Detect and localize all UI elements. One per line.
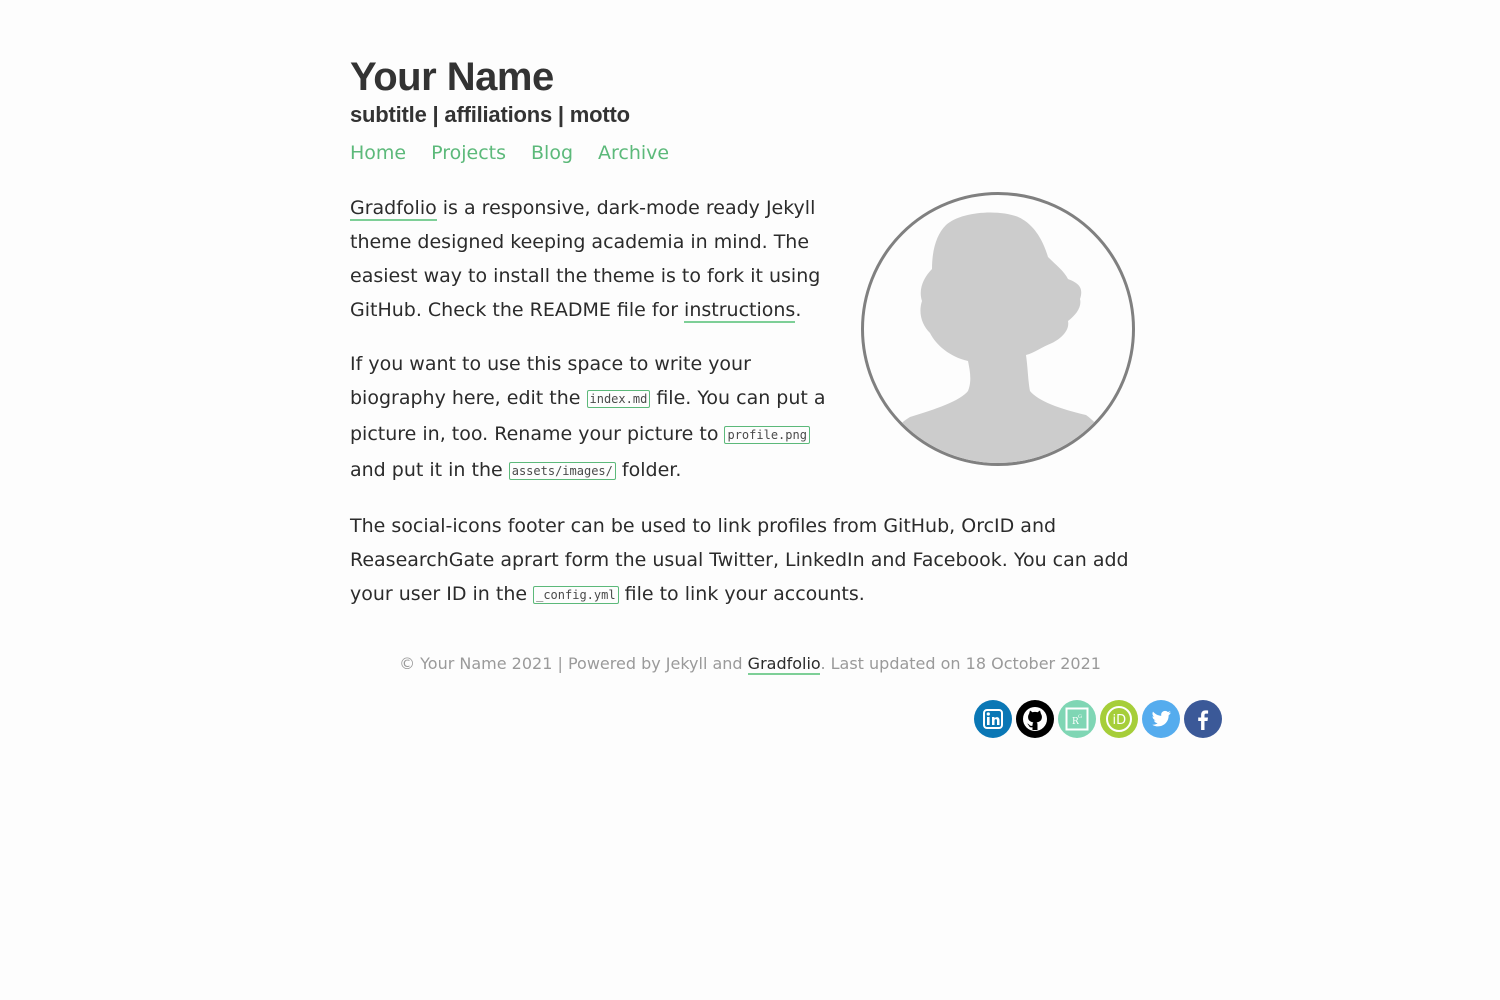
instructions-link[interactable]: instructions	[684, 299, 796, 323]
intro-paragraph: Gradfolio is a responsive, dark-mode rea…	[350, 191, 845, 327]
intro-text-end: .	[795, 299, 802, 321]
svg-text:iD: iD	[1113, 713, 1127, 728]
social-icons: R G iD	[974, 700, 1222, 738]
site-subtitle: subtitle | affiliations | motto	[350, 102, 630, 127]
nav-archive-link[interactable]: Archive	[598, 139, 669, 167]
linkedin-icon[interactable]	[974, 700, 1012, 738]
socials-paragraph: The social-icons footer can be used to l…	[350, 509, 1134, 613]
bio-text-4: folder.	[615, 459, 682, 481]
gradfolio-link[interactable]: Gradfolio	[350, 197, 437, 221]
profile-avatar	[861, 192, 1135, 466]
researchgate-icon[interactable]: R G	[1058, 700, 1096, 738]
footer: © Your Name 2021 | Powered by Jekyll and…	[350, 653, 1150, 675]
index-md-code: index.md	[586, 390, 651, 408]
config-yml-code: _config.yml	[533, 586, 619, 604]
page: Your Name subtitle | affiliations | mott…	[350, 0, 1222, 738]
assets-images-code: assets/images/	[508, 462, 616, 480]
footer-text: © Your Name 2021 | Powered by Jekyll and	[399, 654, 748, 673]
footer-updated-text: . Last updated on 18 October 2021	[820, 654, 1101, 673]
footer-gradfolio-link[interactable]: Gradfolio	[747, 654, 821, 675]
orcid-icon[interactable]: iD	[1100, 700, 1138, 738]
biography-paragraph: If you want to use this space to write y…	[350, 347, 845, 489]
nav-home-link[interactable]: Home	[350, 139, 406, 167]
profile-png-code: profile.png	[724, 426, 810, 444]
bio-text-3: and put it in the	[350, 459, 509, 481]
main-nav: Home Projects Blog Archive	[350, 139, 1134, 167]
socials-text-end: file to link your accounts.	[618, 583, 865, 605]
twitter-icon[interactable]	[1142, 700, 1180, 738]
svg-text:G: G	[1078, 714, 1082, 720]
nav-blog-link[interactable]: Blog	[531, 139, 573, 167]
site-title: Your Name	[350, 55, 554, 99]
person-silhouette-icon	[880, 212, 1116, 463]
facebook-icon[interactable]	[1184, 700, 1222, 738]
github-icon[interactable]	[1016, 700, 1054, 738]
nav-projects-link[interactable]: Projects	[431, 139, 506, 167]
